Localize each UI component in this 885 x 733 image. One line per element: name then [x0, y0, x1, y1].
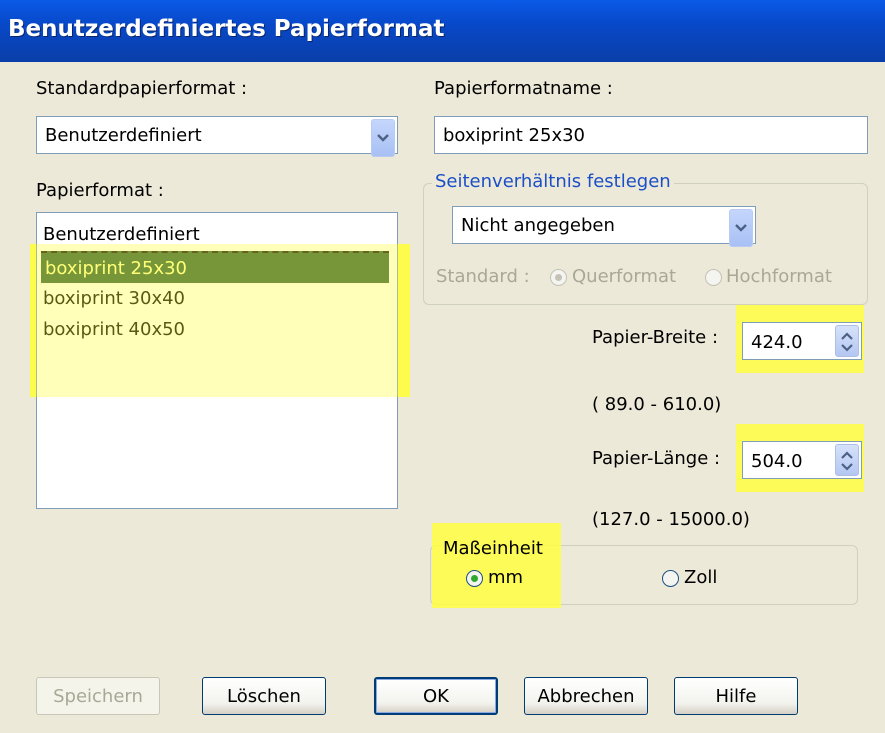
list-item[interactable]: boxiprint 30x40 [43, 283, 185, 315]
standard-label: Standard : [436, 266, 530, 287]
width-spinner[interactable]: 424.0 [742, 322, 862, 360]
aspect-combo[interactable]: Nicht angegeben [452, 206, 756, 247]
mm-radio[interactable] [466, 570, 483, 587]
aspect-legend: Seitenverhältnis festlegen [432, 171, 674, 192]
paper-name-label: Papierformatname : [434, 78, 613, 99]
chevron-down-icon[interactable] [371, 119, 395, 157]
paper-name-value: boxiprint 25x30 [443, 125, 586, 146]
standard-paper-combo[interactable]: Benutzerdefiniert [36, 116, 398, 157]
length-value: 504.0 [751, 451, 803, 472]
unit-legend: Maßeinheit [443, 538, 543, 559]
standard-paper-value: Benutzerdefiniert [45, 125, 202, 146]
inch-label: Zoll [684, 567, 718, 588]
aspect-value: Nicht angegeben [461, 215, 615, 236]
list-item-selected[interactable]: boxiprint 25x30 [41, 251, 389, 283]
list-item[interactable]: Benutzerdefiniert [43, 219, 200, 251]
length-range: (127.0 - 15000.0) [592, 509, 750, 530]
paper-format-list[interactable]: Benutzerdefiniert boxiprint 25x30 boxipr… [36, 212, 398, 509]
mm-label: mm [488, 567, 524, 588]
list-item[interactable]: boxiprint 40x50 [43, 314, 185, 346]
portrait-radio[interactable] [705, 269, 722, 286]
chevron-down-icon[interactable] [729, 209, 753, 247]
length-label: Papier-Länge : [592, 448, 721, 469]
highlight-unit [432, 523, 561, 608]
width-label: Papier-Breite : [592, 327, 719, 348]
delete-button[interactable]: Löschen [202, 677, 326, 715]
ok-button[interactable]: OK [374, 677, 498, 715]
help-button[interactable]: Hilfe [674, 677, 798, 715]
spin-arrows-icon[interactable] [835, 325, 859, 357]
paper-name-input[interactable]: boxiprint 25x30 [434, 116, 868, 154]
paper-format-label: Papierformat : [36, 180, 164, 201]
spin-arrows-icon[interactable] [835, 444, 859, 476]
standard-paper-label: Standardpapierformat : [36, 78, 248, 99]
inch-radio[interactable] [662, 570, 679, 587]
landscape-label: Querformat [572, 266, 677, 287]
save-button[interactable]: Speichern [36, 677, 160, 715]
landscape-radio[interactable] [550, 269, 567, 286]
cancel-button[interactable]: Abbrechen [524, 677, 648, 715]
portrait-label: Hochformat [726, 266, 832, 287]
width-value: 424.0 [751, 332, 803, 353]
title-bar: Benutzerdefiniertes Papierformat [0, 0, 885, 62]
length-spinner[interactable]: 504.0 [742, 441, 862, 479]
width-range: ( 89.0 - 610.0) [592, 394, 722, 415]
window-title: Benutzerdefiniertes Papierformat [8, 16, 445, 42]
